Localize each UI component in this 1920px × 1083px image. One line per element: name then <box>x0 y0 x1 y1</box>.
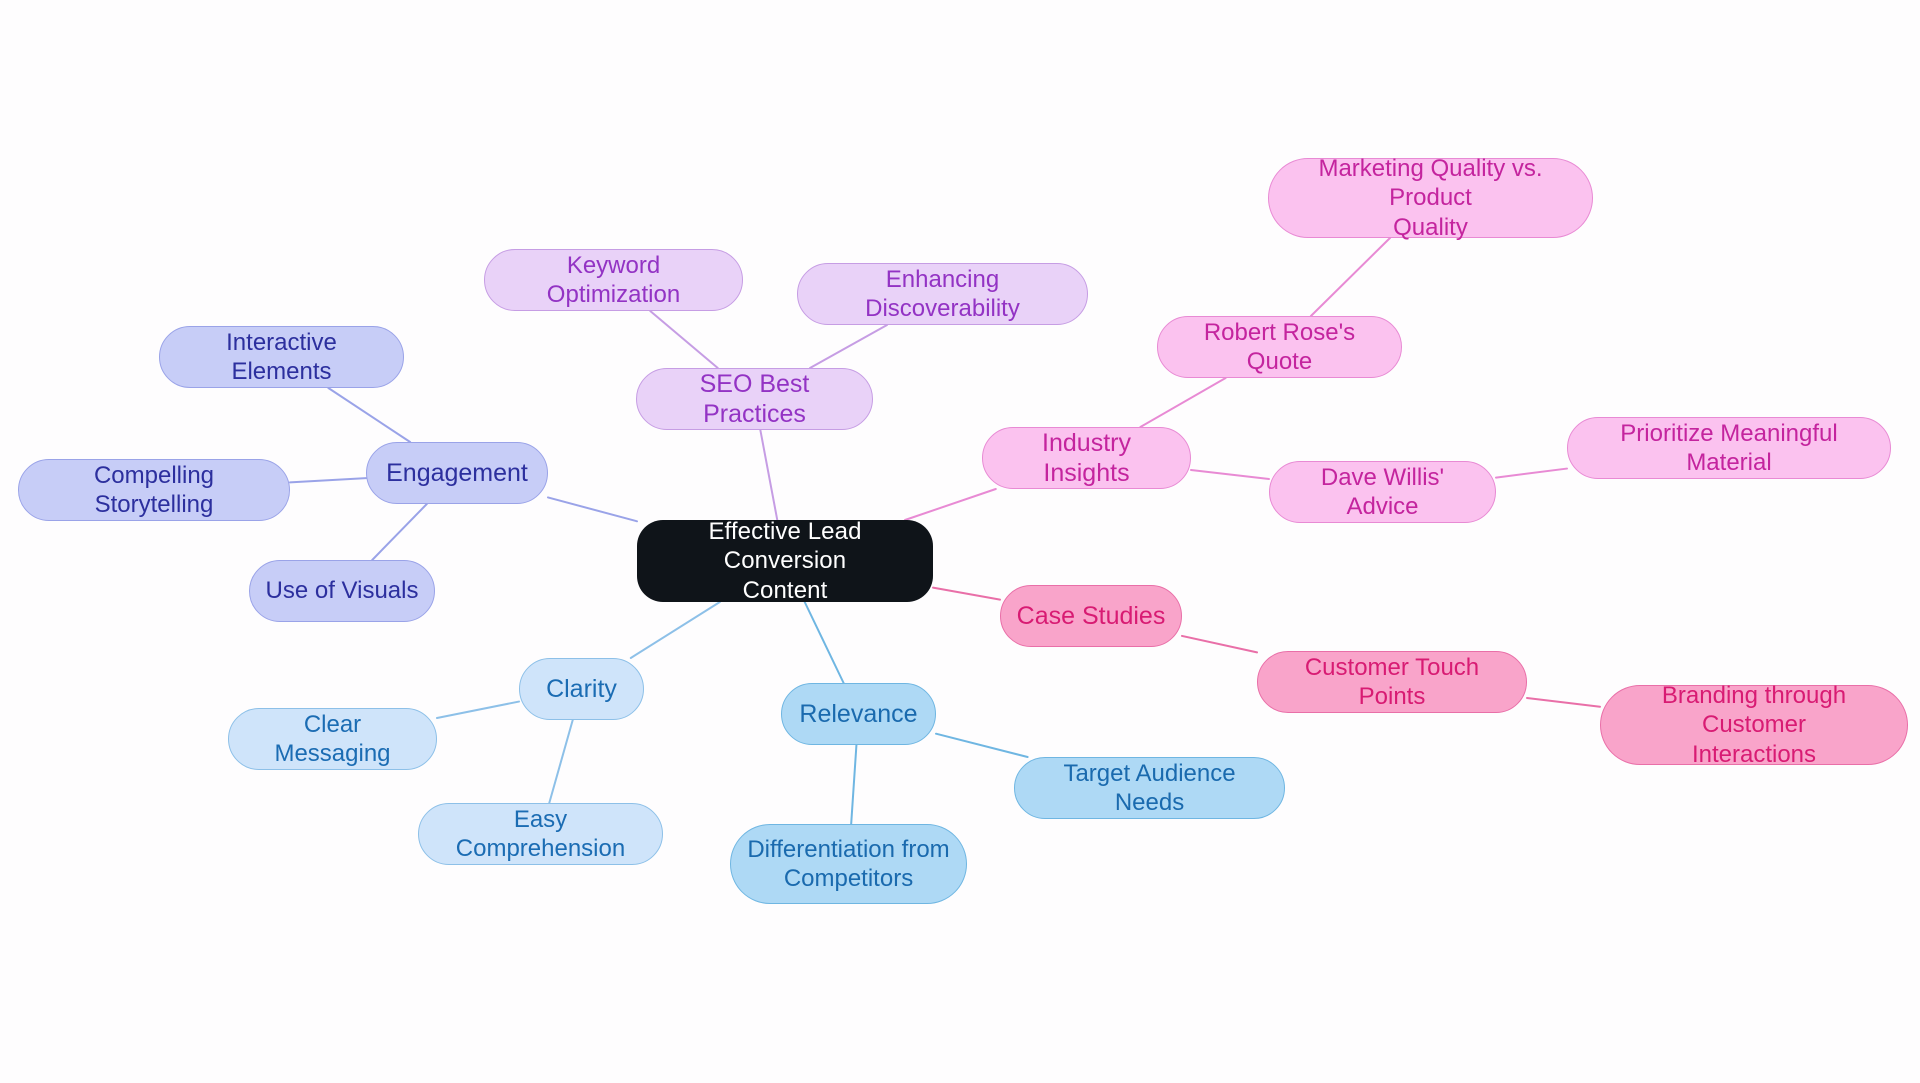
mindmap-node-rel2[interactable]: Differentiation from Competitors <box>730 824 967 904</box>
mindmap-edge-seo-to-seo2 <box>809 324 888 369</box>
edge-layer <box>289 237 1601 825</box>
mindmap-node-cas1[interactable]: Customer Touch Points <box>1257 651 1527 713</box>
mindmap-edge-eng-to-eng3 <box>371 503 428 561</box>
mindmap-edge-root-to-eng <box>547 496 638 523</box>
mindmap-node-seo2[interactable]: Enhancing Discoverability <box>797 263 1088 325</box>
mindmap-node-cas2[interactable]: Branding through Customer Interactions <box>1600 682 1908 768</box>
mindmap-edge-root-to-cla <box>629 601 721 659</box>
mindmap-node-rel[interactable]: Relevance <box>781 683 936 745</box>
mindmap-edge-seo-to-seo1 <box>649 310 719 369</box>
mindmap-edge-root-to-cas <box>932 586 1001 601</box>
mindmap-edge-root-to-rel <box>803 601 845 684</box>
mindmap-edge-ind-to-ind2 <box>1139 377 1227 428</box>
mindmap-edge-cla-to-cla1 <box>436 700 520 720</box>
mindmap-edge-cas-to-cas1 <box>1181 634 1258 654</box>
mindmap-node-ind[interactable]: Industry Insights <box>982 427 1191 489</box>
mindmap-root-node[interactable]: Effective Lead Conversion Content <box>637 518 933 604</box>
mindmap-edge-ind2-to-ind1 <box>1309 237 1391 317</box>
mindmap-edge-ind-to-ind3 <box>1190 469 1270 480</box>
mindmap-node-eng3[interactable]: Use of Visuals <box>249 560 435 622</box>
mindmap-node-ind3[interactable]: Dave Willis' Advice <box>1269 461 1496 523</box>
mindmap-node-rel1[interactable]: Target Audience Needs <box>1014 757 1285 819</box>
mindmap-edge-cla-to-cla2 <box>548 719 574 804</box>
mindmap-edge-ind3-to-ind4 <box>1495 467 1568 479</box>
mindmap-edge-cas1-to-cas2 <box>1526 697 1601 708</box>
mindmap-node-seo[interactable]: SEO Best Practices <box>636 368 873 430</box>
mindmap-node-cla2[interactable]: Easy Comprehension <box>418 803 663 865</box>
mindmap-edge-eng-to-eng2 <box>289 477 367 484</box>
mindmap-node-cla[interactable]: Clarity <box>519 658 644 720</box>
mindmap-node-cla1[interactable]: Clear Messaging <box>228 708 437 770</box>
mindmap-node-cas[interactable]: Case Studies <box>1000 585 1182 647</box>
mindmap-node-seo1[interactable]: Keyword Optimization <box>484 249 743 311</box>
mindmap-node-eng1[interactable]: Interactive Elements <box>159 326 404 388</box>
mindmap-node-ind1[interactable]: Marketing Quality vs. Product Quality <box>1268 155 1593 241</box>
mindmap-node-ind4[interactable]: Prioritize Meaningful Material <box>1567 417 1891 479</box>
mindmap-edge-root-to-seo <box>759 429 779 521</box>
mindmap-edge-rel-to-rel2 <box>850 744 858 825</box>
mindmap-edge-eng-to-eng1 <box>327 387 412 443</box>
mindmap-node-eng2[interactable]: Compelling Storytelling <box>18 459 290 521</box>
mindmap-edge-root-to-ind <box>904 488 997 521</box>
mindmap-edge-rel-to-rel1 <box>935 732 1029 758</box>
mindmap-node-ind2[interactable]: Robert Rose's Quote <box>1157 316 1402 378</box>
mindmap-node-eng[interactable]: Engagement <box>366 442 548 504</box>
mindmap-canvas: Effective Lead Conversion Content Engagem… <box>0 0 1920 1083</box>
